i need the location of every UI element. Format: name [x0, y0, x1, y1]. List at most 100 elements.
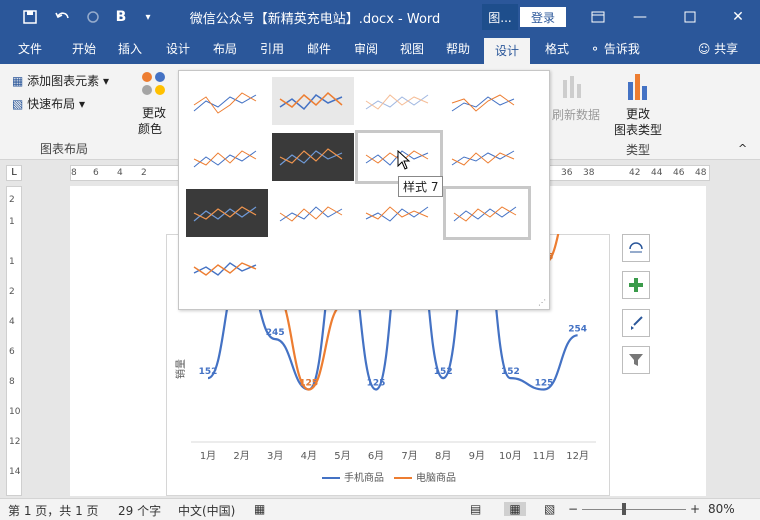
ruler-num: 4: [117, 168, 123, 178]
change-type-label-2[interactable]: 图表类型: [614, 121, 662, 138]
style-thumb-12[interactable]: [443, 186, 531, 240]
zoom-slider[interactable]: [582, 509, 686, 510]
save-icon[interactable]: [20, 7, 40, 27]
login-button[interactable]: 登录: [520, 7, 566, 27]
tab-references[interactable]: 引用: [250, 39, 294, 59]
chart-elements-plus-icon[interactable]: [622, 271, 650, 299]
style-thumb-1[interactable]: [186, 77, 268, 125]
tab-design-doc[interactable]: 设计: [156, 39, 200, 59]
x-tick-label: 2月: [233, 450, 249, 462]
person-icon: ☺: [697, 42, 711, 56]
add-element-icon: ▦: [12, 74, 24, 88]
tab-selector-icon[interactable]: L: [6, 165, 22, 181]
share-button[interactable]: ☺ 共享: [686, 39, 750, 59]
style-thumb-6[interactable]: [272, 133, 354, 181]
zoom-level[interactable]: 80%: [708, 502, 735, 516]
tell-me-box[interactable]: ⚬ 告诉我: [590, 39, 670, 59]
x-tick-label: 4月: [301, 450, 317, 462]
share-label: 共享: [714, 42, 739, 56]
data-label: 152: [199, 367, 218, 377]
color-palette-icon[interactable]: [140, 70, 170, 98]
page-count[interactable]: 第 1 页，共 1 页: [8, 502, 99, 519]
x-tick-label: 6月: [368, 450, 384, 462]
vertical-ruler[interactable]: 2 1 1 2 4 6 8 10 12 14: [6, 186, 22, 496]
undo-icon[interactable]: [50, 7, 76, 27]
web-layout-icon[interactable]: ▧: [544, 502, 555, 516]
style-thumb-9[interactable]: [186, 189, 268, 237]
tab-chart-design[interactable]: 设计: [484, 38, 530, 64]
tab-review[interactable]: 审阅: [344, 39, 388, 59]
change-colors-label-1[interactable]: 更改: [142, 104, 166, 121]
legend-entry: 电脑商品: [416, 471, 456, 484]
ruler-num: 38: [583, 168, 595, 178]
status-bar: 第 1 页，共 1 页 29 个字 中文(中国) ▦ ▤ ▦ ▧ − + 80%: [0, 498, 760, 520]
word-count[interactable]: 29 个字: [118, 502, 161, 519]
add-element-label: 添加图表元素: [27, 74, 100, 88]
x-tick-label: 1月: [200, 450, 216, 462]
ruler-num: 4: [9, 317, 15, 327]
add-chart-element-button[interactable]: ▦ 添加图表元素 ▾: [12, 72, 109, 89]
title-bar: B ▾ 微信公众号【新精英充电站】.docx - Word 图... 登录 — …: [0, 0, 760, 34]
style-thumb-5[interactable]: [186, 133, 268, 181]
macro-icon[interactable]: ▦: [254, 502, 265, 516]
language[interactable]: 中文(中国): [178, 502, 235, 519]
x-tick-label: 12月: [566, 450, 589, 462]
zoom-slider-thumb[interactable]: [622, 503, 626, 515]
style-thumb-13[interactable]: [186, 245, 268, 293]
x-tick-label: 5月: [334, 450, 350, 462]
style-thumb-3[interactable]: [358, 77, 440, 125]
resize-grip-icon[interactable]: ⋰: [538, 298, 546, 307]
data-label: 254: [568, 324, 587, 334]
group-label-type: 类型: [626, 143, 651, 157]
minimize-icon[interactable]: —: [624, 4, 656, 30]
ruler-num: 44: [651, 168, 663, 178]
change-type-label-1[interactable]: 更改: [626, 105, 650, 122]
chart-filter-icon[interactable]: [622, 346, 650, 374]
print-layout-icon[interactable]: ▦: [504, 502, 526, 516]
change-colors-label-2[interactable]: 颜色: [138, 120, 162, 137]
tab-home[interactable]: 开始: [62, 39, 106, 59]
x-tick-label: 8月: [435, 450, 451, 462]
maximize-icon[interactable]: [674, 4, 706, 30]
tab-insert[interactable]: 插入: [108, 39, 152, 59]
style-thumb-2[interactable]: [272, 77, 354, 125]
ruler-num: 2: [9, 195, 15, 205]
read-mode-icon[interactable]: ▤: [470, 502, 481, 516]
collapse-ribbon-icon[interactable]: ^: [738, 142, 747, 155]
chart-style-gallery[interactable]: ⋰: [178, 70, 550, 310]
zoom-out-icon[interactable]: −: [568, 502, 578, 516]
bold-button[interactable]: B: [112, 7, 130, 27]
ribbon-display-icon[interactable]: [582, 4, 614, 30]
ruler-num: 2: [9, 287, 15, 297]
tab-view[interactable]: 视图: [390, 39, 434, 59]
ruler-num: 6: [9, 347, 15, 357]
redo-icon[interactable]: [84, 7, 102, 27]
data-label: 245: [266, 328, 285, 338]
refresh-data-label: 刷新数据: [552, 108, 601, 122]
ruler-num: 2: [141, 168, 147, 178]
style-thumb-10[interactable]: [272, 189, 354, 237]
tab-layout[interactable]: 布局: [203, 39, 247, 59]
tab-file[interactable]: 文件: [8, 39, 52, 59]
refresh-data-icon: [560, 74, 584, 100]
tab-format[interactable]: 格式: [534, 39, 580, 59]
ruler-num: 6: [93, 168, 99, 178]
change-chart-type-icon[interactable]: [626, 72, 650, 100]
chart-styles-brush-icon[interactable]: [622, 309, 650, 337]
ruler-num: 36: [561, 168, 573, 178]
zoom-in-icon[interactable]: +: [690, 502, 700, 516]
ruler-num: 8: [71, 168, 77, 178]
ruler-num: 1: [9, 257, 15, 267]
x-tick-label: 9月: [469, 450, 485, 462]
layout-options-icon[interactable]: [622, 234, 650, 262]
tab-help[interactable]: 帮助: [436, 39, 480, 59]
tab-mailings[interactable]: 邮件: [297, 39, 341, 59]
context-tab-chart[interactable]: 图...: [482, 4, 518, 30]
style-thumb-4[interactable]: [444, 77, 526, 125]
quick-layout-button[interactable]: ▧ 快速布局 ▾: [12, 95, 85, 112]
data-label: 152: [501, 367, 520, 377]
style-thumb-8[interactable]: [444, 133, 526, 181]
close-icon[interactable]: ✕: [722, 4, 754, 30]
x-tick-label: 3月: [267, 450, 283, 462]
group-label-layout: 图表布局: [40, 142, 89, 156]
